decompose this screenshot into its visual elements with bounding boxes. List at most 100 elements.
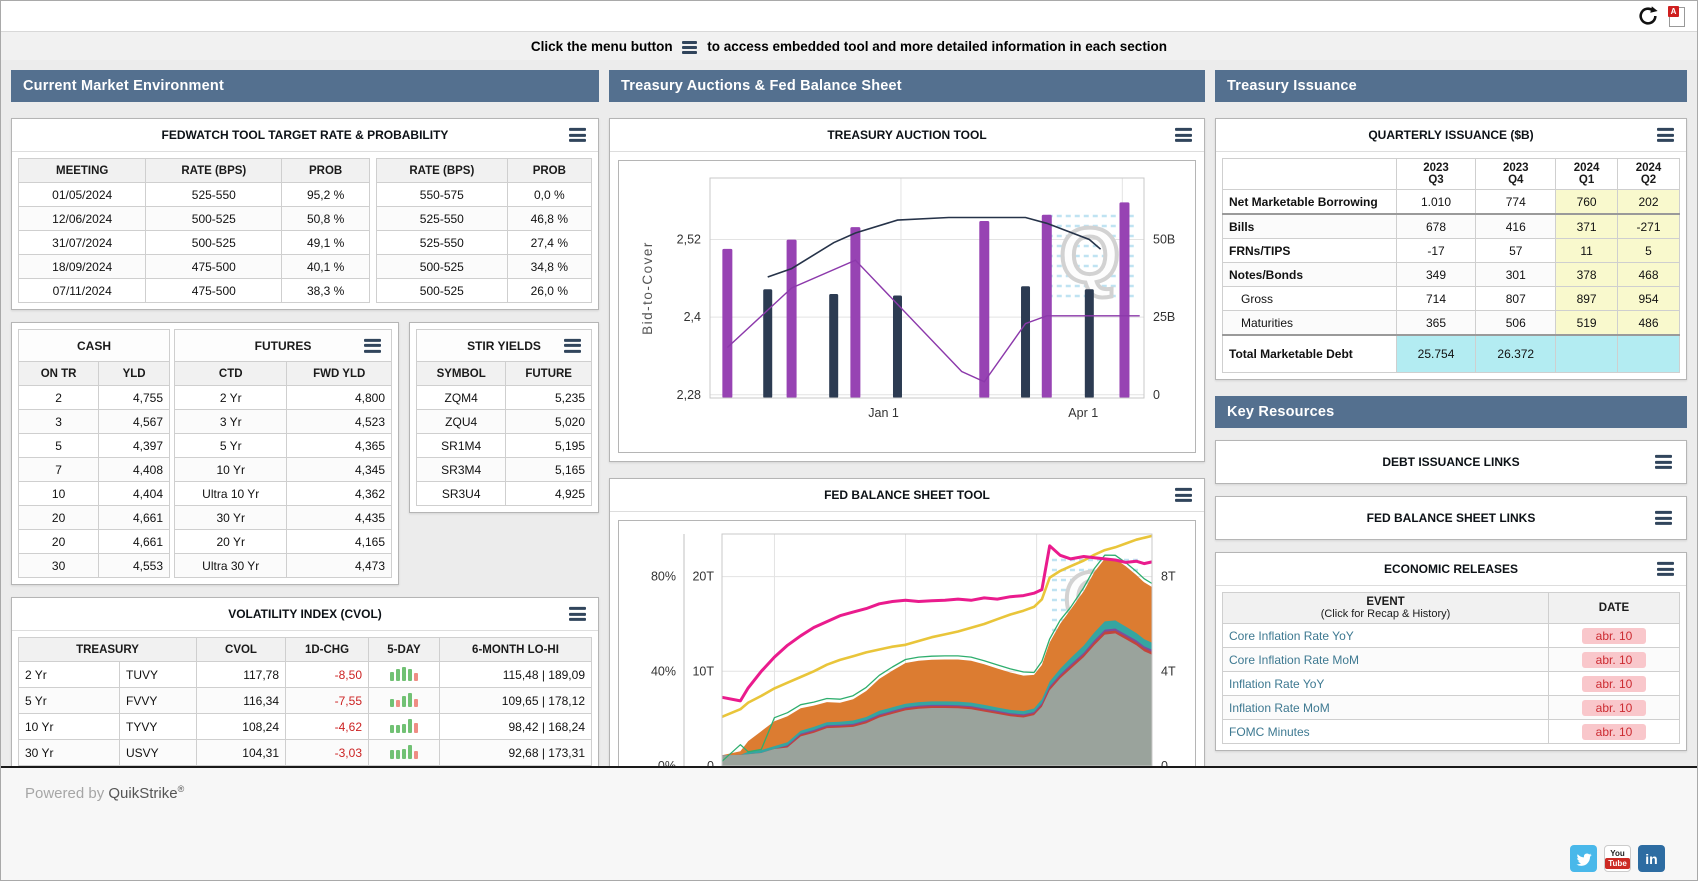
table-row: 5 YrFVVY116,34-7,55109,65 | 178,12: [19, 688, 592, 714]
instruction-banner: Click the menu button to access embedded…: [1, 32, 1697, 60]
section-header-key-resources: Key Resources: [1215, 396, 1687, 428]
spark-bar: [396, 725, 400, 733]
svg-text:50B: 50B: [1153, 232, 1175, 246]
svg-text:25B: 25B: [1153, 310, 1175, 324]
refresh-icon[interactable]: [1637, 5, 1659, 27]
spark-bar: [402, 749, 406, 759]
futures-table: FUTURESCTDFWD YLD2 Yr4,8003 Yr4,5235 Yr4…: [174, 329, 392, 578]
debt-issuance-links-panel[interactable]: DEBT ISSUANCE LINKS: [1215, 440, 1687, 484]
stir-menu-button[interactable]: [562, 336, 583, 354]
fed-links-menu-button[interactable]: [1653, 509, 1674, 527]
releases-menu-button[interactable]: [1655, 560, 1676, 578]
debt-links-menu-button[interactable]: [1653, 453, 1674, 471]
five-day-cell: [369, 740, 440, 766]
auction-chart: 2,522,42,2850B25B0Jan 1Apr 1QBid-to-Cove…: [622, 164, 1198, 444]
value-cell: 774: [1476, 190, 1556, 215]
column-header-row: TREASURYCVOL1D-CHG5-DAY6-MONTH LO-HI: [19, 638, 592, 662]
svg-text:0: 0: [1161, 759, 1168, 766]
release-event-link[interactable]: Core Inflation Rate YoY: [1223, 624, 1549, 648]
column-header: 2023Q4: [1476, 159, 1556, 190]
column-header: 2024Q2: [1618, 159, 1680, 190]
value-cell: 807: [1476, 287, 1556, 311]
value-cell: 349: [1396, 263, 1476, 287]
column-header: PROB: [507, 159, 591, 183]
release-event-link[interactable]: Core Inflation Rate MoM: [1223, 648, 1549, 672]
value-cell: 954: [1618, 287, 1680, 311]
table-cell: 5,165: [506, 458, 592, 482]
powered-by: Powered by QuikStrike®: [25, 785, 184, 802]
treasury-name-cell: 5 Yr: [19, 688, 120, 714]
table-cell: 27,4 %: [507, 231, 591, 255]
fedwatch-menu-button[interactable]: [567, 126, 588, 144]
table-cell: 475-500: [146, 279, 282, 303]
release-date-badge: abr. 10: [1582, 724, 1647, 740]
table-cell: 20 Yr: [175, 530, 287, 554]
releases-title-bar: ECONOMIC RELEASES: [1216, 553, 1686, 586]
table-head: CASHON TRYLD: [19, 330, 170, 386]
release-event-link[interactable]: Inflation Rate YoY: [1223, 672, 1549, 696]
cash-table: CASHON TRYLD24,75534,56754,39774,408104,…: [18, 329, 170, 578]
issuance-menu-button[interactable]: [1655, 126, 1676, 144]
release-date-cell: abr. 10: [1549, 672, 1680, 696]
column-header: FUTURE: [506, 362, 592, 386]
table-row: 525-55027,4 %: [377, 231, 592, 255]
table-row: 30 Yr4,435: [175, 506, 392, 530]
auction-menu-button[interactable]: [1173, 126, 1194, 144]
table-cell: Ultra 30 Yr: [175, 554, 287, 578]
release-row: FOMC Minutes abr. 10: [1223, 720, 1680, 744]
cvol-title-bar: VOLATILITY INDEX (CVOL): [12, 598, 598, 631]
cvol-menu-button[interactable]: [567, 605, 588, 623]
col-quarter: Q3: [1403, 174, 1470, 186]
table-row: Ultra 10 Yr4,362: [175, 482, 392, 506]
table-cell: 4,365: [287, 434, 392, 458]
svg-text:2,28: 2,28: [677, 388, 701, 402]
table-cell: 30: [19, 554, 99, 578]
release-event-link[interactable]: Inflation Rate MoM: [1223, 696, 1549, 720]
fed-balance-links-title: FED BALANCE SHEET LINKS: [1367, 511, 1536, 525]
table-row: 18/09/2024475-50040,1 %: [19, 255, 370, 279]
five-day-cell: [369, 714, 440, 740]
linkedin-icon[interactable]: in: [1638, 845, 1665, 872]
column-header-row: RATE (BPS)PROB: [377, 159, 592, 183]
value-cell: 5: [1618, 239, 1680, 263]
instruction-prefix: Click the menu button: [531, 39, 673, 54]
table-body: 2 YrTUVY117,78-8,50115,48 | 189,095 YrFV…: [19, 662, 592, 767]
fed-balance-links-panel[interactable]: FED BALANCE SHEET LINKS: [1215, 496, 1687, 540]
svg-text:Jan 1: Jan 1: [868, 406, 899, 420]
fed-chart-frame: 201020152020Q80%40%0%20T10T08T4T0: [618, 520, 1196, 766]
linkedin-label: in: [1645, 851, 1657, 867]
futures-menu-button[interactable]: [362, 336, 383, 354]
pdf-export-icon[interactable]: A: [1668, 6, 1685, 27]
value-cell: 678: [1396, 214, 1476, 239]
release-date-cell: abr. 10: [1549, 624, 1680, 648]
table-cell: 4,435: [287, 506, 392, 530]
treasury-symbol-cell: USVY: [120, 740, 197, 766]
spark-bar: [414, 723, 418, 733]
twitter-icon[interactable]: [1570, 845, 1597, 872]
youtube-icon[interactable]: You Tube: [1604, 845, 1631, 872]
value-cell: 760: [1556, 190, 1618, 215]
column-header: SYMBOL: [417, 362, 506, 386]
fed-menu-button[interactable]: [1173, 486, 1194, 504]
table-row: Ultra 30 Yr4,473: [175, 554, 392, 578]
table-cell: 4,397: [99, 434, 170, 458]
col-quarter: Q2: [1624, 174, 1673, 186]
table-head: TREASURYCVOL1D-CHG5-DAY6-MONTH LO-HI: [19, 638, 592, 662]
issuance-title-bar: QUARTERLY ISSUANCE ($B): [1216, 119, 1686, 152]
table-row: 5 Yr4,365: [175, 434, 392, 458]
col-year: 2024: [1624, 162, 1673, 174]
main-content: Current Market Environment FEDWATCH TOOL…: [1, 60, 1697, 766]
table-cell: 07/11/2024: [19, 279, 146, 303]
table-row: 07/11/2024475-50038,3 %: [19, 279, 370, 303]
table-row: SR1M45,195: [417, 434, 592, 458]
table-cell: 2 Yr: [175, 386, 287, 410]
value-cell: 25.754: [1396, 335, 1476, 373]
table-head: FUTURESCTDFWD YLD: [175, 330, 392, 386]
table-row: 3 Yr4,523: [175, 410, 392, 434]
fedwatch-title: FEDWATCH TOOL TARGET RATE & PROBABILITY: [162, 128, 449, 142]
release-event-link[interactable]: FOMC Minutes: [1223, 720, 1549, 744]
column-header-empty: [1223, 159, 1397, 190]
spark-bar: [414, 673, 418, 681]
debt-issuance-links-title: DEBT ISSUANCE LINKS: [1382, 455, 1519, 469]
release-row: Core Inflation Rate MoMabr. 10: [1223, 648, 1680, 672]
